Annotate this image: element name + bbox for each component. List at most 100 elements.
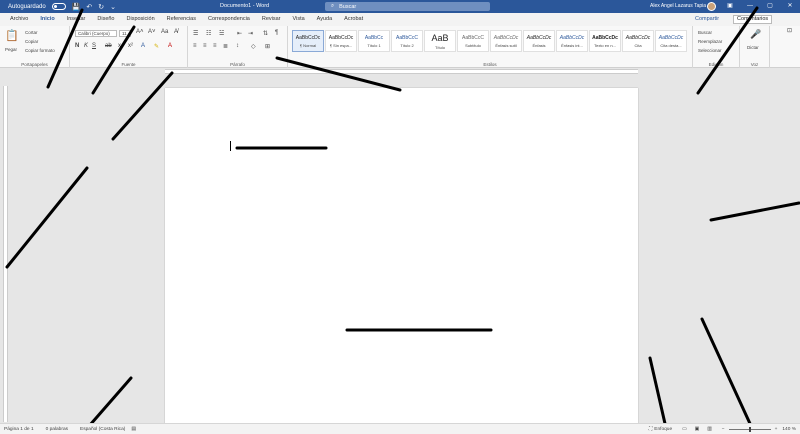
change-case-icon[interactable]: Aa: [161, 29, 168, 35]
paste-icon[interactable]: 📋: [5, 29, 19, 42]
select-button[interactable]: Seleccionar: [698, 48, 722, 53]
vertical-ruler[interactable]: [3, 86, 8, 422]
tab-disposicion[interactable]: Disposición: [121, 13, 161, 26]
grow-font-icon[interactable]: A˄: [136, 29, 144, 35]
style-title[interactable]: AaB Título: [424, 30, 456, 52]
avatar[interactable]: [707, 2, 716, 11]
copy-button[interactable]: Copiar: [25, 39, 38, 44]
comments-button[interactable]: Comentarios: [733, 15, 773, 24]
word-count[interactable]: 0 palabras: [46, 427, 68, 432]
horizontal-ruler[interactable]: [0, 68, 800, 75]
paste-button[interactable]: Pegar: [5, 47, 17, 52]
decrease-indent-icon[interactable]: ⇤: [237, 30, 242, 37]
style-heading-2[interactable]: AaBbCcC Título 2: [391, 30, 423, 52]
style-normal[interactable]: AaBbCcDc ¶ Normal: [292, 30, 324, 52]
font-color-icon[interactable]: A: [168, 43, 172, 49]
tab-correspondencia[interactable]: Correspondencia: [202, 13, 256, 26]
zoom-slider[interactable]: [728, 426, 771, 432]
style-no-spacing[interactable]: AaBbCcDc ¶ Sin espa...: [325, 30, 357, 52]
text-effects-icon[interactable]: A: [141, 43, 145, 49]
user-name[interactable]: Alex Angel Lazarus Tapia: [650, 3, 706, 9]
autosave-toggle[interactable]: [51, 3, 66, 10]
zoom-slider-thumb[interactable]: [748, 426, 751, 432]
line-spacing-icon[interactable]: ↕: [236, 43, 239, 49]
style-strong[interactable]: AaBbCcDc Texto en n...: [589, 30, 621, 52]
tab-vista[interactable]: Vista: [287, 13, 311, 26]
find-button[interactable]: Buscar: [698, 30, 712, 35]
redo-icon[interactable]: ↻: [98, 3, 104, 11]
focus-button[interactable]: Enfoque: [654, 427, 672, 432]
justify-icon[interactable]: ≣: [223, 43, 228, 50]
close-button[interactable]: ✕: [780, 0, 800, 13]
page-count[interactable]: Página 1 de 1: [4, 427, 34, 432]
superscript-icon[interactable]: x²: [128, 43, 133, 49]
share-button[interactable]: Compartir: [695, 16, 719, 22]
search-icon: ⌕: [331, 3, 335, 9]
sort-icon[interactable]: ⇅: [263, 30, 268, 37]
tab-referencias[interactable]: Referencias: [161, 13, 202, 26]
minimize-button[interactable]: —: [740, 0, 760, 13]
voice-group: 🎤 Dictar Voz: [740, 26, 770, 68]
text-cursor: [230, 141, 231, 151]
clear-format-icon[interactable]: A̸: [174, 29, 178, 35]
font-label: Fuente: [121, 62, 136, 67]
align-right-icon[interactable]: ≡: [213, 43, 217, 49]
tab-inicio[interactable]: Inicio: [34, 13, 61, 27]
font-size-select[interactable]: 11: [119, 30, 131, 37]
increase-indent-icon[interactable]: ⇥: [248, 30, 253, 37]
font-name-select[interactable]: Calibri (Cuerpo): [75, 30, 117, 37]
bold-icon[interactable]: N: [75, 43, 79, 49]
tab-revisar[interactable]: Revisar: [256, 13, 287, 26]
cut-button[interactable]: Cortar: [25, 30, 38, 35]
undo-icon[interactable]: ↶: [86, 3, 92, 11]
show-marks-icon[interactable]: ¶: [275, 30, 278, 36]
styles-label: Estilos: [483, 62, 497, 67]
tab-archivo[interactable]: Archivo: [4, 13, 34, 26]
editing-group: Buscar Reemplazar Seleccionar Edición: [693, 26, 740, 68]
subscript-icon[interactable]: x₂: [118, 43, 123, 49]
style-quote[interactable]: AaBbCcDc Cita: [622, 30, 654, 52]
style-emphasis[interactable]: AaBbCcDc Énfasis: [523, 30, 555, 52]
bullets-icon[interactable]: ☰: [193, 30, 198, 37]
tab-insertar[interactable]: Insertar: [61, 13, 92, 26]
multilevel-list-icon[interactable]: ☱: [219, 30, 224, 37]
zoom-level[interactable]: 140 %: [782, 427, 796, 432]
dictate-button[interactable]: Dictar: [747, 45, 759, 50]
style-heading-1[interactable]: AaBbCc Título 1: [358, 30, 390, 52]
style-subtitle[interactable]: AaBbCcC Subtítulo: [457, 30, 489, 52]
tab-acrobat[interactable]: Acrobat: [338, 13, 369, 26]
language-indicator[interactable]: Español (Costa Rica): [80, 427, 125, 432]
highlight-icon[interactable]: ✎: [154, 43, 159, 50]
search-box[interactable]: ⌕ Buscar: [325, 2, 490, 11]
align-center-icon[interactable]: ≡: [203, 43, 207, 49]
tab-diseno[interactable]: Diseño: [91, 13, 120, 26]
replace-button[interactable]: Reemplazar: [698, 39, 722, 44]
zoom-out-icon[interactable]: −: [722, 427, 725, 432]
align-left-icon[interactable]: ≡: [193, 43, 197, 49]
focus-icon[interactable]: ⛶: [649, 426, 652, 432]
customize-qat-icon[interactable]: ⌄: [110, 3, 116, 11]
style-intense-emphasis[interactable]: AaBbCcDc Énfasis int...: [556, 30, 588, 52]
zoom-in-icon[interactable]: +: [775, 427, 778, 432]
strikethrough-icon[interactable]: ab: [105, 43, 112, 49]
document-page[interactable]: [165, 88, 638, 428]
read-mode-icon[interactable]: ▭: [682, 427, 687, 432]
style-subtle-emphasis[interactable]: AaBbCcDc Énfasis sutil: [490, 30, 522, 52]
shading-icon[interactable]: ◇: [251, 43, 256, 50]
accessibility-icon[interactable]: ▤: [131, 427, 136, 432]
style-intense-quote[interactable]: AaBbCcDc Cita desta...: [655, 30, 687, 52]
ribbon-display-icon[interactable]: ▣: [720, 0, 740, 13]
tab-ayuda[interactable]: Ayuda: [311, 13, 339, 26]
format-painter-button[interactable]: Copiar formato: [25, 48, 55, 53]
underline-icon[interactable]: S: [92, 43, 96, 49]
save-icon[interactable]: 💾: [72, 3, 81, 11]
numbering-icon[interactable]: ☷: [206, 30, 211, 37]
expand-ribbon-icon[interactable]: ⊡: [787, 27, 792, 34]
microphone-icon[interactable]: 🎤: [750, 29, 761, 40]
web-layout-icon[interactable]: ▥: [707, 427, 712, 432]
shrink-font-icon[interactable]: A˅: [148, 29, 156, 35]
borders-icon[interactable]: ⊞: [265, 43, 270, 50]
print-layout-icon[interactable]: ▣: [695, 427, 700, 432]
maximize-button[interactable]: ▢: [760, 0, 780, 13]
italic-icon[interactable]: K: [84, 43, 88, 49]
